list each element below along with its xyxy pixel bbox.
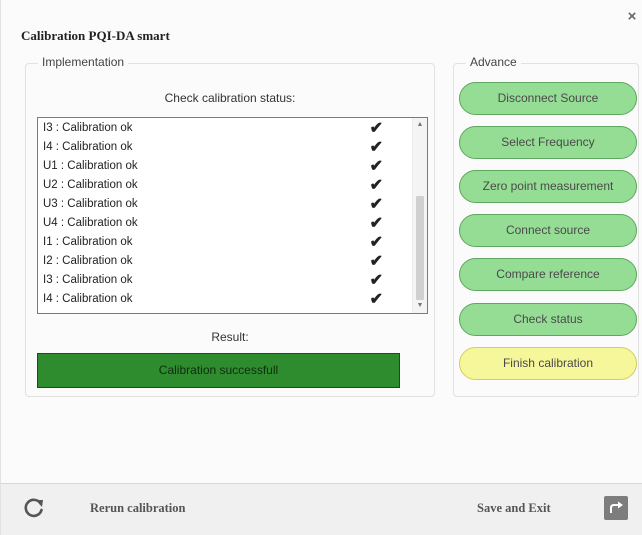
list-item-label: I1 : Calibration ok <box>43 236 133 248</box>
select-frequency-button[interactable]: Select Frequency <box>459 126 637 159</box>
list-item-label: U1 : Calibration ok <box>43 160 138 172</box>
list-item-label: U4 : Calibration ok <box>43 217 138 229</box>
list-scrollbar[interactable]: ▲ ▼ <box>412 118 427 313</box>
check-icon: ✔ <box>369 291 383 308</box>
list-item-label: I3 : Calibration ok <box>43 122 133 134</box>
list-item: I3 : Calibration ok ✔ <box>43 119 383 138</box>
dialog-title: Calibration PQI-DA smart <box>21 28 170 43</box>
close-icon[interactable]: × <box>625 9 639 24</box>
refresh-icon[interactable] <box>23 497 45 519</box>
list-item-label: I3 : Calibration ok <box>43 274 133 286</box>
list-item: U1 : Calibration ok ✔ <box>43 157 383 176</box>
check-icon: ✔ <box>369 253 383 270</box>
list-item-label: U2 : Calibration ok <box>43 179 138 191</box>
list-item: U3 : Calibration ok ✔ <box>43 195 383 214</box>
check-icon: ✔ <box>369 215 383 232</box>
calibration-status-list[interactable]: I3 : Calibration ok ✔ I4 : Calibration o… <box>37 117 428 314</box>
calibration-dialog: Calibration PQI-DA smart × Implementatio… <box>0 0 642 535</box>
advance-legend: Advance <box>466 55 521 69</box>
check-icon: ✔ <box>369 234 383 251</box>
result-label: Result: <box>211 330 249 344</box>
list-item: I2 : Calibration ok ✔ <box>43 252 383 271</box>
result-status-bar: Calibration successfull <box>37 353 400 388</box>
list-item: U2 : Calibration ok ✔ <box>43 176 383 195</box>
list-item-label: U3 : Calibration ok <box>43 198 138 210</box>
list-item: I4 : Calibration ok ✔ <box>43 290 383 309</box>
connect-source-button[interactable]: Connect source <box>459 214 637 247</box>
check-icon: ✔ <box>369 120 383 137</box>
finish-calibration-button[interactable]: Finish calibration <box>459 347 637 380</box>
footer-bar: Rerun calibration Save and Exit <box>1 483 642 535</box>
implementation-legend: Implementation <box>38 55 129 69</box>
check-status-heading: Check calibration status: <box>164 91 296 105</box>
check-icon: ✔ <box>369 272 383 289</box>
list-item-label: I2 : Calibration ok <box>43 255 133 267</box>
scroll-up-arrow-icon[interactable]: ▲ <box>413 118 427 132</box>
check-icon: ✔ <box>369 139 383 156</box>
check-status-button[interactable]: Check status <box>459 303 637 336</box>
zero-point-measurement-button[interactable]: Zero point measurement <box>459 170 637 203</box>
check-icon: ✔ <box>369 196 383 213</box>
compare-reference-button[interactable]: Compare reference <box>459 258 637 291</box>
list-item: I3 : Calibration ok ✔ <box>43 271 383 290</box>
save-and-exit-button[interactable]: Save and Exit <box>477 501 551 516</box>
exit-arrow-icon[interactable] <box>604 496 628 520</box>
advance-group: Advance Disconnect Source Select Frequen… <box>453 55 639 397</box>
disconnect-source-button[interactable]: Disconnect Source <box>459 82 637 115</box>
scroll-down-arrow-icon[interactable]: ▼ <box>413 299 427 313</box>
list-item-label: I4 : Calibration ok <box>43 141 133 153</box>
check-icon: ✔ <box>369 158 383 175</box>
implementation-group: Implementation Check calibration status:… <box>25 55 435 397</box>
rerun-calibration-button[interactable]: Rerun calibration <box>90 501 185 516</box>
list-item-label: I4 : Calibration ok <box>43 293 133 305</box>
check-icon: ✔ <box>369 177 383 194</box>
list-item: I4 : Calibration ok ✔ <box>43 138 383 157</box>
list-item: I1 : Calibration ok ✔ <box>43 233 383 252</box>
list-item: U4 : Calibration ok ✔ <box>43 214 383 233</box>
scroll-thumb[interactable] <box>416 196 424 300</box>
